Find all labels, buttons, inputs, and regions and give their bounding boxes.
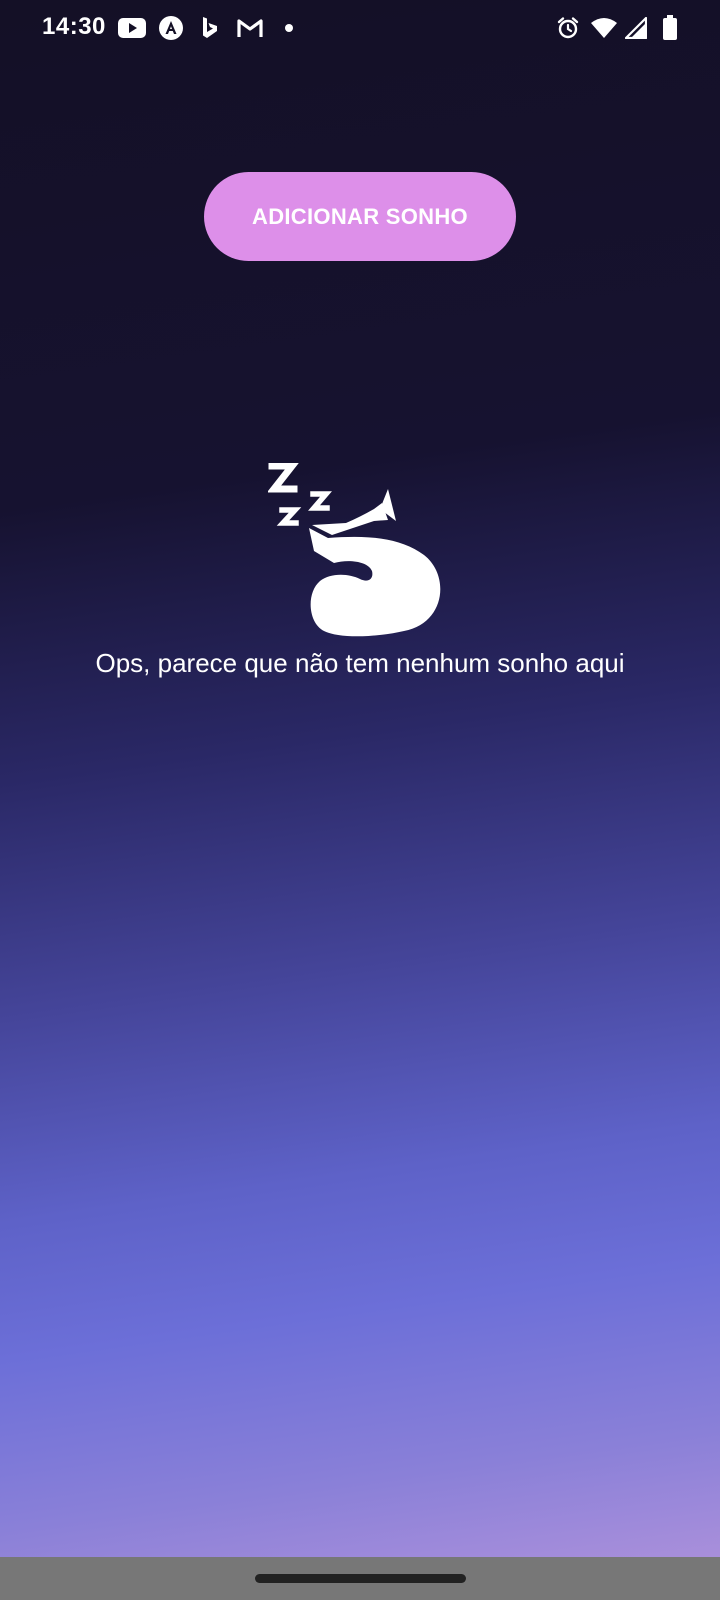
sleeping-cat-icon bbox=[266, 462, 452, 645]
notification-dot-icon bbox=[282, 14, 296, 42]
wifi-icon bbox=[590, 14, 618, 42]
add-dream-button[interactable]: ADICIONAR SONHO bbox=[204, 172, 516, 261]
battery-icon bbox=[662, 14, 678, 42]
status-bar: 14:30 bbox=[0, 0, 720, 56]
signal-icon bbox=[624, 14, 648, 42]
home-indicator[interactable] bbox=[255, 1574, 466, 1583]
alarm-icon bbox=[555, 14, 581, 42]
bing-icon bbox=[198, 14, 222, 42]
youtube-icon bbox=[118, 14, 146, 42]
status-time: 14:30 bbox=[42, 13, 106, 40]
angular-icon bbox=[157, 14, 185, 42]
gmail-icon bbox=[236, 14, 264, 42]
empty-state-message: Ops, parece que não tem nenhum sonho aqu… bbox=[95, 648, 625, 678]
